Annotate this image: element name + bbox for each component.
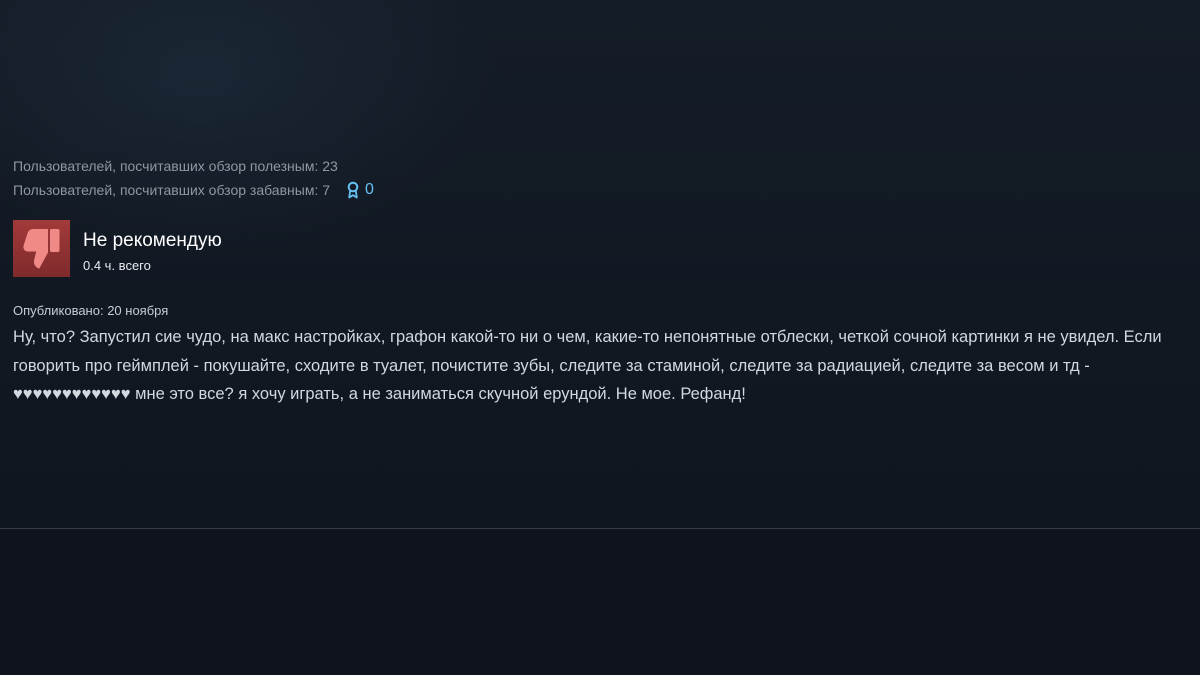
- vote-summary: Пользователей, посчитавших обзор полезны…: [13, 154, 1193, 202]
- review-body: Ну, что? Запустил сие чудо, на макс наст…: [13, 328, 1162, 403]
- award-button[interactable]: 0: [346, 178, 374, 202]
- helpful-count: Пользователей, посчитавших обзор полезны…: [13, 158, 338, 174]
- footer-area: [0, 529, 1200, 675]
- recommendation-header: Не рекомендую 0.4 ч. всего: [13, 220, 1193, 277]
- verdict-title[interactable]: Не рекомендую: [83, 230, 222, 252]
- recommendation-text: Не рекомендую 0.4 ч. всего: [83, 220, 222, 275]
- funny-count-row: Пользователей, посчитавших обзор забавны…: [13, 178, 1193, 202]
- posted-date: Опубликовано: 20 ноября: [13, 303, 169, 318]
- funny-count: Пользователей, посчитавших обзор забавны…: [13, 182, 331, 198]
- thumbs-down-badge: [13, 220, 70, 277]
- thumbs-down-icon: [22, 228, 59, 269]
- playtime-hours: 0.4 ч. всего: [83, 258, 151, 273]
- award-count: 0: [365, 181, 374, 198]
- award-ribbon-icon: [347, 181, 359, 199]
- review-card: Пользователей, посчитавших обзор полезны…: [13, 154, 1193, 409]
